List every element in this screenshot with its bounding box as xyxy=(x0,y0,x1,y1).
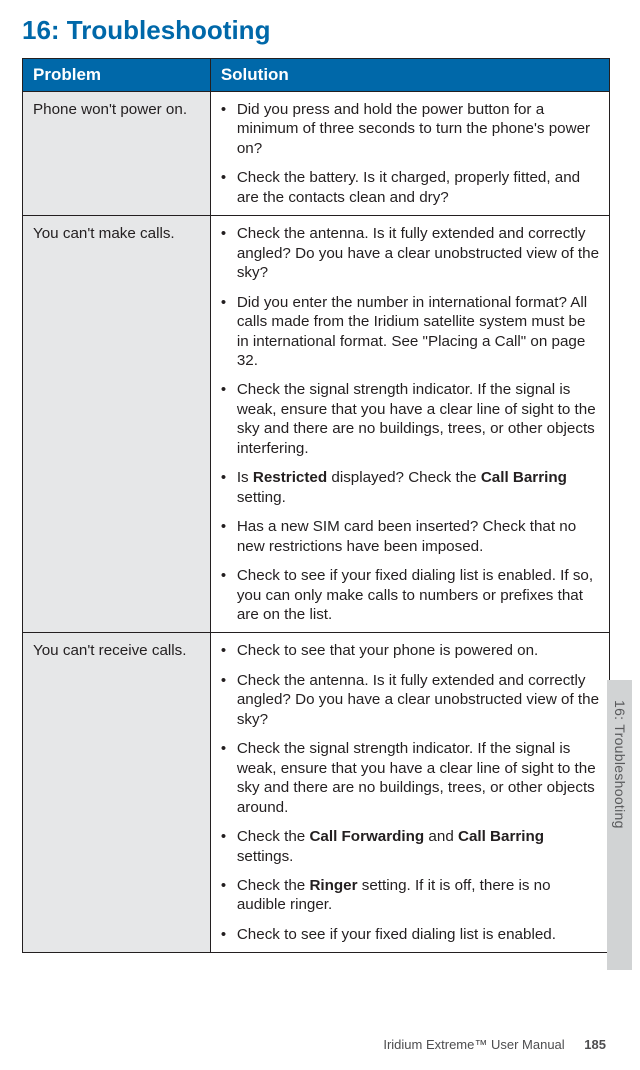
chapter-title: 16: Troubleshooting xyxy=(22,15,610,46)
footer-page-number: 185 xyxy=(584,1037,606,1052)
text-segment: displayed? Check the xyxy=(327,469,481,486)
bold-text: Call Barring xyxy=(458,828,544,845)
table-header-solution: Solution xyxy=(210,59,609,92)
text-segment: Is xyxy=(237,469,253,486)
footer-doc-title: Iridium Extreme™ User Manual xyxy=(383,1037,564,1052)
solution-cell: Check to see that your phone is powered … xyxy=(210,633,609,953)
text-segment: Check the xyxy=(237,828,310,845)
bold-text: Ringer xyxy=(309,877,357,894)
list-item: Did you press and hold the power button … xyxy=(219,100,601,158)
bold-text: Call Forwarding xyxy=(309,828,424,845)
list-item: Check the Ringer setting. If it is off, … xyxy=(219,876,601,915)
list-item: Check to see if your fixed dialing list … xyxy=(219,925,601,944)
text-segment: and xyxy=(424,828,458,845)
list-item: Is Restricted displayed? Check the Call … xyxy=(219,468,601,507)
list-item: Has a new SIM card been inserted? Check … xyxy=(219,517,601,556)
list-item: Check the antenna. Is it fully extended … xyxy=(219,671,601,729)
list-item: Check the signal strength indicator. If … xyxy=(219,380,601,458)
list-item: Check the signal strength indicator. If … xyxy=(219,739,601,817)
table-header-problem: Problem xyxy=(23,59,211,92)
list-item: Check the antenna. Is it fully extended … xyxy=(219,224,601,282)
solution-cell: Check the antenna. Is it fully extended … xyxy=(210,216,609,633)
list-item: Check the Call Forwarding and Call Barri… xyxy=(219,827,601,866)
table-row: You can't receive calls. Check to see th… xyxy=(23,633,610,953)
text-segment: settings. xyxy=(237,848,294,865)
problem-cell: You can't make calls. xyxy=(23,216,211,633)
table-row: You can't make calls. Check the antenna.… xyxy=(23,216,610,633)
page-footer: Iridium Extreme™ User Manual 185 xyxy=(383,1037,606,1052)
list-item: Check to see if your fixed dialing list … xyxy=(219,566,601,624)
text-segment: Check the xyxy=(237,877,310,894)
troubleshooting-table: Problem Solution Phone won't power on. D… xyxy=(22,58,610,953)
text-segment: setting. xyxy=(237,489,286,506)
bold-text: Restricted xyxy=(253,469,327,486)
list-item: Check to see that your phone is powered … xyxy=(219,641,601,660)
list-item: Did you enter the number in internationa… xyxy=(219,293,601,371)
side-thumb-tab-label: 16: Troubleshooting xyxy=(612,700,628,829)
table-row: Phone won't power on. Did you press and … xyxy=(23,92,610,216)
list-item: Check the battery. Is it charged, proper… xyxy=(219,168,601,207)
problem-cell: You can't receive calls. xyxy=(23,633,211,953)
bold-text: Call Barring xyxy=(481,469,567,486)
problem-cell: Phone won't power on. xyxy=(23,92,211,216)
solution-cell: Did you press and hold the power button … xyxy=(210,92,609,216)
